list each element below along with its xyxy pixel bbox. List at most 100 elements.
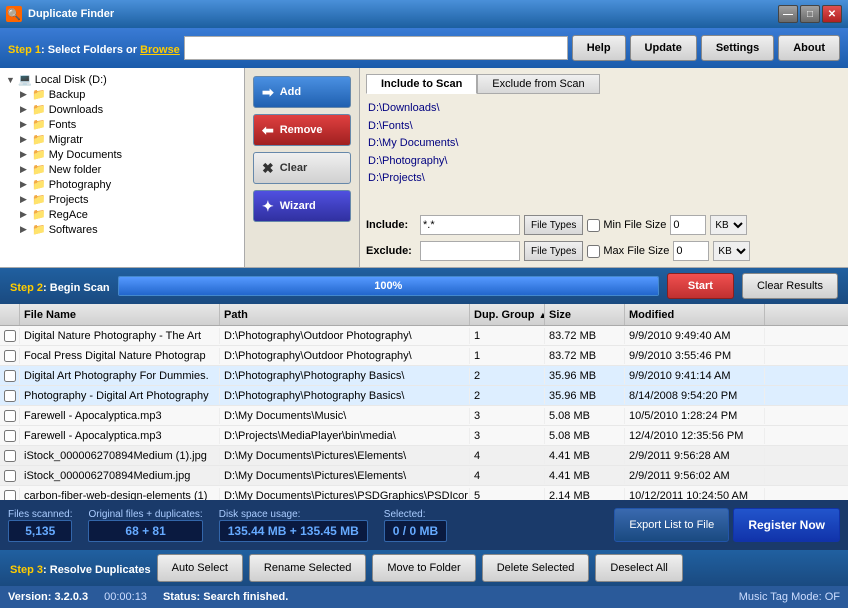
table-row[interactable]: iStock_000006270894Medium (1).jpg D:\My … — [0, 446, 848, 466]
move-to-folder-button[interactable]: Move to Folder — [372, 554, 475, 582]
rename-selected-button[interactable]: Rename Selected — [249, 554, 366, 582]
col-header-modified[interactable]: Modified — [625, 304, 765, 325]
table-row[interactable]: Digital Nature Photography - The Art D:\… — [0, 326, 848, 346]
close-button[interactable]: ✕ — [822, 5, 842, 23]
table-row[interactable]: carbon-fiber-web-design-elements (1) D:\… — [0, 486, 848, 500]
min-file-size-checkbox[interactable] — [587, 219, 600, 232]
update-button[interactable]: Update — [630, 35, 697, 61]
row-path: D:\My Documents\Pictures\PSDGraphics\PSD… — [220, 488, 470, 501]
auto-select-button[interactable]: Auto Select — [157, 554, 243, 582]
register-button[interactable]: Register Now — [733, 508, 840, 542]
stat-originals: Original files + duplicates: 68 + 81 — [88, 509, 202, 542]
tree-arrow-regace: ▶ — [20, 209, 32, 220]
folder-tree-inner[interactable]: ▼ 💻 Local Disk (D:) ▶ 📁 Backup ▶ 📁 Downl… — [0, 68, 244, 267]
table-header: File Name Path Dup. Group ▲ Size Modifie… — [0, 304, 848, 326]
start-button[interactable]: Start — [667, 273, 734, 299]
tree-arrow-newfolder: ▶ — [20, 164, 32, 175]
remove-button[interactable]: ⬅ Remove — [253, 114, 351, 146]
row-modified: 2/9/2011 9:56:28 AM — [625, 448, 765, 464]
export-button[interactable]: Export List to File — [614, 508, 729, 542]
row-checkbox[interactable] — [4, 370, 16, 382]
col-header-path[interactable]: Path — [220, 304, 470, 325]
clear-button[interactable]: ✖ Clear — [253, 152, 351, 184]
row-check[interactable] — [0, 448, 20, 464]
tree-item-projects[interactable]: ▶ 📁 Projects — [4, 192, 240, 207]
table-row[interactable]: Photography - Digital Art Photography D:… — [0, 386, 848, 406]
row-checkbox[interactable] — [4, 450, 16, 462]
tree-item-fonts[interactable]: ▶ 📁 Fonts — [4, 117, 240, 132]
stat-selected-label: Selected: — [384, 509, 447, 520]
row-check[interactable] — [0, 348, 20, 364]
row-checkbox[interactable] — [4, 430, 16, 442]
max-file-size-checkbox[interactable] — [587, 245, 600, 258]
help-button[interactable]: Help — [572, 35, 626, 61]
table-row[interactable]: Farewell - Apocalyptica.mp3 D:\Projects\… — [0, 426, 848, 446]
row-checkbox[interactable] — [4, 350, 16, 362]
tree-root[interactable]: ▼ 💻 Local Disk (D:) — [4, 72, 240, 87]
max-size-input[interactable] — [673, 241, 709, 261]
row-check[interactable] — [0, 488, 20, 501]
row-name: Farewell - Apocalyptica.mp3 — [20, 428, 220, 444]
delete-selected-button[interactable]: Delete Selected — [482, 554, 590, 582]
table-row[interactable]: Focal Press Digital Nature Photograp D:\… — [0, 346, 848, 366]
tree-item-photography[interactable]: ▶ 📁 Photography — [4, 177, 240, 192]
clear-label: Clear — [280, 162, 308, 174]
exclude-input[interactable] — [420, 241, 520, 261]
tab-include[interactable]: Include to Scan — [366, 74, 477, 94]
file-types-button-include[interactable]: File Types — [524, 215, 583, 235]
max-kb-select[interactable]: KB MB — [713, 241, 750, 261]
min-kb-select[interactable]: KB MB — [710, 215, 747, 235]
tab-exclude[interactable]: Exclude from Scan — [477, 74, 599, 94]
row-check[interactable] — [0, 468, 20, 484]
tree-item-softwares[interactable]: ▶ 📁 Softwares — [4, 222, 240, 237]
row-checkbox[interactable] — [4, 490, 16, 501]
row-checkbox[interactable] — [4, 470, 16, 482]
remove-label: Remove — [280, 124, 323, 136]
tree-item-regace[interactable]: ▶ 📁 RegAce — [4, 207, 240, 222]
col-header-dup[interactable]: Dup. Group ▲ — [470, 304, 545, 325]
row-check[interactable] — [0, 368, 20, 384]
row-check[interactable] — [0, 428, 20, 444]
include-input[interactable] — [420, 215, 520, 235]
row-name: Digital Art Photography For Dummies. — [20, 368, 220, 384]
table-body[interactable]: Digital Nature Photography - The Art D:\… — [0, 326, 848, 500]
col-header-size[interactable]: Size — [545, 304, 625, 325]
row-checkbox[interactable] — [4, 330, 16, 342]
row-check[interactable] — [0, 328, 20, 344]
row-name: Focal Press Digital Nature Photograp — [20, 348, 220, 364]
tree-item-downloads[interactable]: ▶ 📁 Downloads — [4, 102, 240, 117]
deselect-all-button[interactable]: Deselect All — [595, 554, 682, 582]
row-check[interactable] — [0, 388, 20, 404]
min-size-input[interactable] — [670, 215, 706, 235]
row-dup: 2 — [470, 388, 545, 404]
col-header-name[interactable]: File Name — [20, 304, 220, 325]
table-row[interactable]: iStock_000006270894Medium.jpg D:\My Docu… — [0, 466, 848, 486]
tree-item-migratr[interactable]: ▶ 📁 Migratr — [4, 132, 240, 147]
row-checkbox[interactable] — [4, 410, 16, 422]
stat-disk-label: Disk space usage: — [219, 509, 368, 520]
stat-files-value: 5,135 — [8, 520, 72, 542]
about-button[interactable]: About — [778, 35, 840, 61]
row-modified: 9/9/2010 3:55:46 PM — [625, 348, 765, 364]
add-button[interactable]: ➡ Add — [253, 76, 351, 108]
clear-results-button[interactable]: Clear Results — [742, 273, 838, 299]
row-size: 35.96 MB — [545, 368, 625, 384]
minimize-button[interactable]: — — [778, 5, 798, 23]
file-types-button-exclude[interactable]: File Types — [524, 241, 583, 261]
maximize-button[interactable]: □ — [800, 5, 820, 23]
row-dup: 5 — [470, 488, 545, 501]
row-check[interactable] — [0, 408, 20, 424]
table-row[interactable]: Farewell - Apocalyptica.mp3 D:\My Docume… — [0, 406, 848, 426]
tree-item-mydocs[interactable]: ▶ 📁 My Documents — [4, 147, 240, 162]
tree-item-newfolder[interactable]: ▶ 📁 New folder — [4, 162, 240, 177]
step3-label: Step 3: Resolve Duplicates — [10, 561, 151, 576]
row-checkbox[interactable] — [4, 390, 16, 402]
wizard-button[interactable]: ✦ Wizard — [253, 190, 351, 222]
browse-input[interactable] — [184, 36, 568, 60]
row-path: D:\My Documents\Music\ — [220, 408, 470, 424]
settings-button[interactable]: Settings — [701, 35, 774, 61]
tree-item-backup[interactable]: ▶ 📁 Backup — [4, 87, 240, 102]
tree-arrow-projects: ▶ — [20, 194, 32, 205]
row-size: 2.14 MB — [545, 488, 625, 501]
table-row[interactable]: Digital Art Photography For Dummies. D:\… — [0, 366, 848, 386]
